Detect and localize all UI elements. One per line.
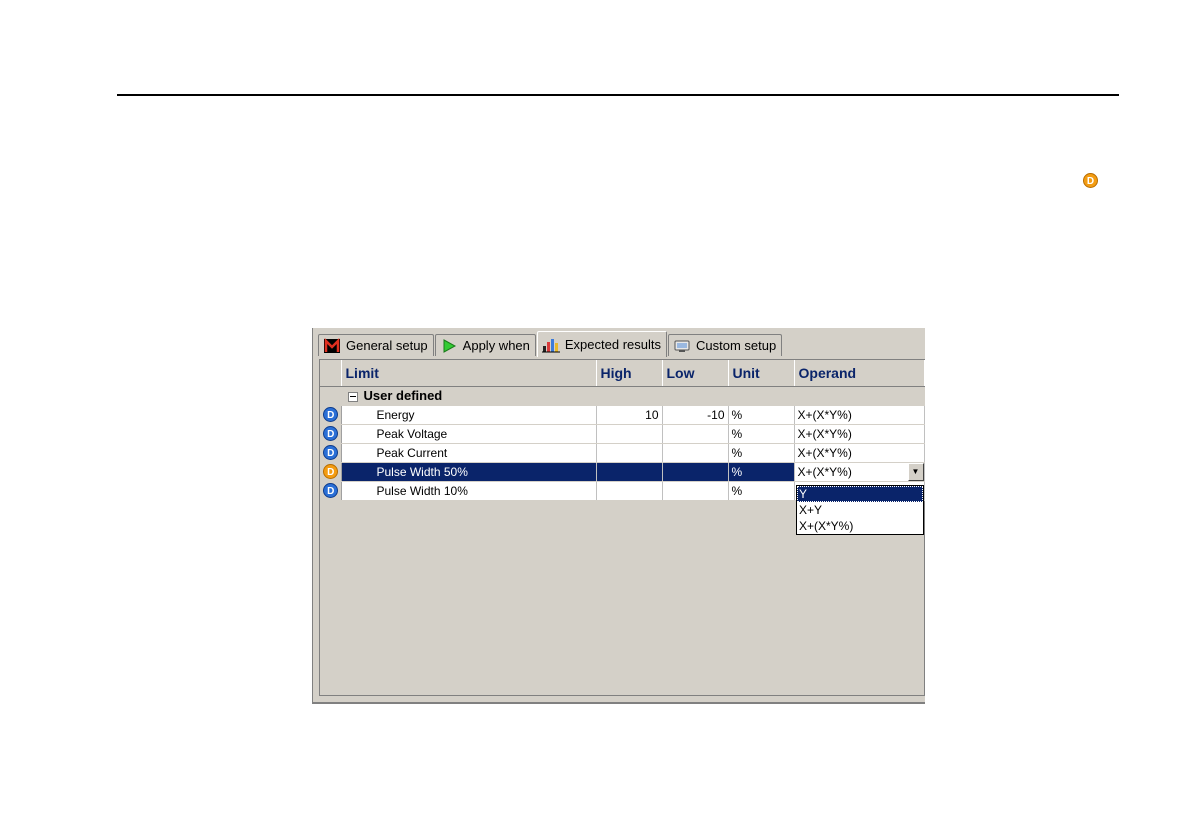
high-cell[interactable] xyxy=(596,443,663,463)
limits-window: General setup Apply when Expected result… xyxy=(312,328,925,704)
d-badge-icon: D xyxy=(323,464,339,479)
low-cell[interactable]: -10 xyxy=(662,405,729,425)
group-label: User defined xyxy=(363,388,443,403)
high-cell[interactable] xyxy=(596,462,663,482)
d-badge-icon: D xyxy=(323,445,339,460)
row-gutter: D xyxy=(320,405,342,425)
limit-cell[interactable]: Peak Current xyxy=(341,443,597,463)
unit-cell[interactable]: % xyxy=(728,443,795,463)
high-cell[interactable] xyxy=(596,481,663,501)
dropdown-option[interactable]: X+Y xyxy=(797,502,923,518)
m-logo-icon xyxy=(323,337,341,354)
row-gutter xyxy=(320,386,342,406)
d-badge-icon: D xyxy=(323,483,339,498)
tab-label: Custom setup xyxy=(696,338,777,353)
tab-label: Apply when xyxy=(462,338,530,353)
tab-apply-when[interactable]: Apply when xyxy=(434,334,536,356)
header-gutter xyxy=(320,360,342,387)
low-cell[interactable] xyxy=(662,443,729,463)
d-badge-icon: D xyxy=(323,426,339,441)
monitor-icon xyxy=(673,338,691,354)
collapse-icon[interactable] xyxy=(347,391,358,402)
group-row-user-defined[interactable]: User defined xyxy=(320,386,925,406)
dropdown-arrow-icon[interactable]: ▼ xyxy=(907,462,923,480)
table-row[interactable]: D Peak Voltage % X+(X*Y%) xyxy=(320,424,925,444)
tab-strip: General setup Apply when Expected result… xyxy=(318,330,783,357)
dropdown-option[interactable]: Y xyxy=(797,486,923,502)
limit-cell[interactable]: Pulse Width 10% xyxy=(341,481,597,501)
limit-cell[interactable]: Energy xyxy=(341,405,597,425)
high-cell[interactable]: 10 xyxy=(596,405,663,425)
operand-dropdown-list: Y X+Y X+(X*Y%) xyxy=(796,485,924,535)
tab-general-setup[interactable]: General setup xyxy=(318,334,434,356)
column-header-low[interactable]: Low xyxy=(662,360,729,387)
tab-label: General setup xyxy=(346,338,428,353)
play-arrow-icon xyxy=(440,338,458,354)
column-header-high[interactable]: High xyxy=(596,360,663,387)
operand-cell[interactable]: X+(X*Y%) xyxy=(794,405,925,425)
table-row[interactable]: D Peak Current % X+(X*Y%) xyxy=(320,443,925,463)
low-cell[interactable] xyxy=(662,462,729,482)
row-gutter: D xyxy=(320,462,342,482)
tab-custom-setup[interactable]: Custom setup xyxy=(668,334,783,356)
row-gutter: D xyxy=(320,443,342,463)
operand-combobox-value: X+(X*Y%) xyxy=(797,464,852,479)
column-header-operand[interactable]: Operand xyxy=(794,360,925,387)
column-header-limit[interactable]: Limit xyxy=(341,360,597,387)
unit-cell[interactable]: % xyxy=(728,405,795,425)
row-gutter: D xyxy=(320,424,342,444)
operand-cell[interactable]: X+(X*Y%) xyxy=(794,424,925,444)
limit-cell[interactable]: Peak Voltage xyxy=(341,424,597,444)
unit-cell[interactable]: % xyxy=(728,462,795,482)
column-header-unit[interactable]: Unit xyxy=(728,360,795,387)
header-row: Limit High Low Unit Operand xyxy=(320,360,925,387)
tab-expected-results[interactable]: Expected results xyxy=(536,331,667,357)
limit-cell[interactable]: Pulse Width 50% xyxy=(341,462,597,482)
limits-table: Limit High Low Unit Operand User defined… xyxy=(320,360,925,501)
d-badge-icon: D xyxy=(323,407,339,422)
dropdown-option[interactable]: X+(X*Y%) xyxy=(797,518,923,534)
operand-cell[interactable]: X+(X*Y%) xyxy=(794,443,925,463)
table-row-selected[interactable]: D Pulse Width 50% % X+(X*Y%) ▼ xyxy=(320,462,925,482)
d-badge-icon: D xyxy=(1083,173,1098,188)
high-cell[interactable] xyxy=(596,424,663,444)
page-rule xyxy=(117,94,1119,96)
operand-combobox[interactable]: X+(X*Y%) ▼ xyxy=(794,462,925,482)
row-gutter: D xyxy=(320,481,342,501)
bar-chart-icon xyxy=(541,337,560,353)
unit-cell[interactable]: % xyxy=(728,424,795,444)
tab-label: Expected results xyxy=(564,337,661,352)
unit-cell[interactable]: % xyxy=(728,481,795,501)
low-cell[interactable] xyxy=(662,424,729,444)
low-cell[interactable] xyxy=(662,481,729,501)
table-row[interactable]: D Energy 10 -10 % X+(X*Y%) xyxy=(320,405,925,425)
group-label-cell: User defined xyxy=(341,386,925,406)
